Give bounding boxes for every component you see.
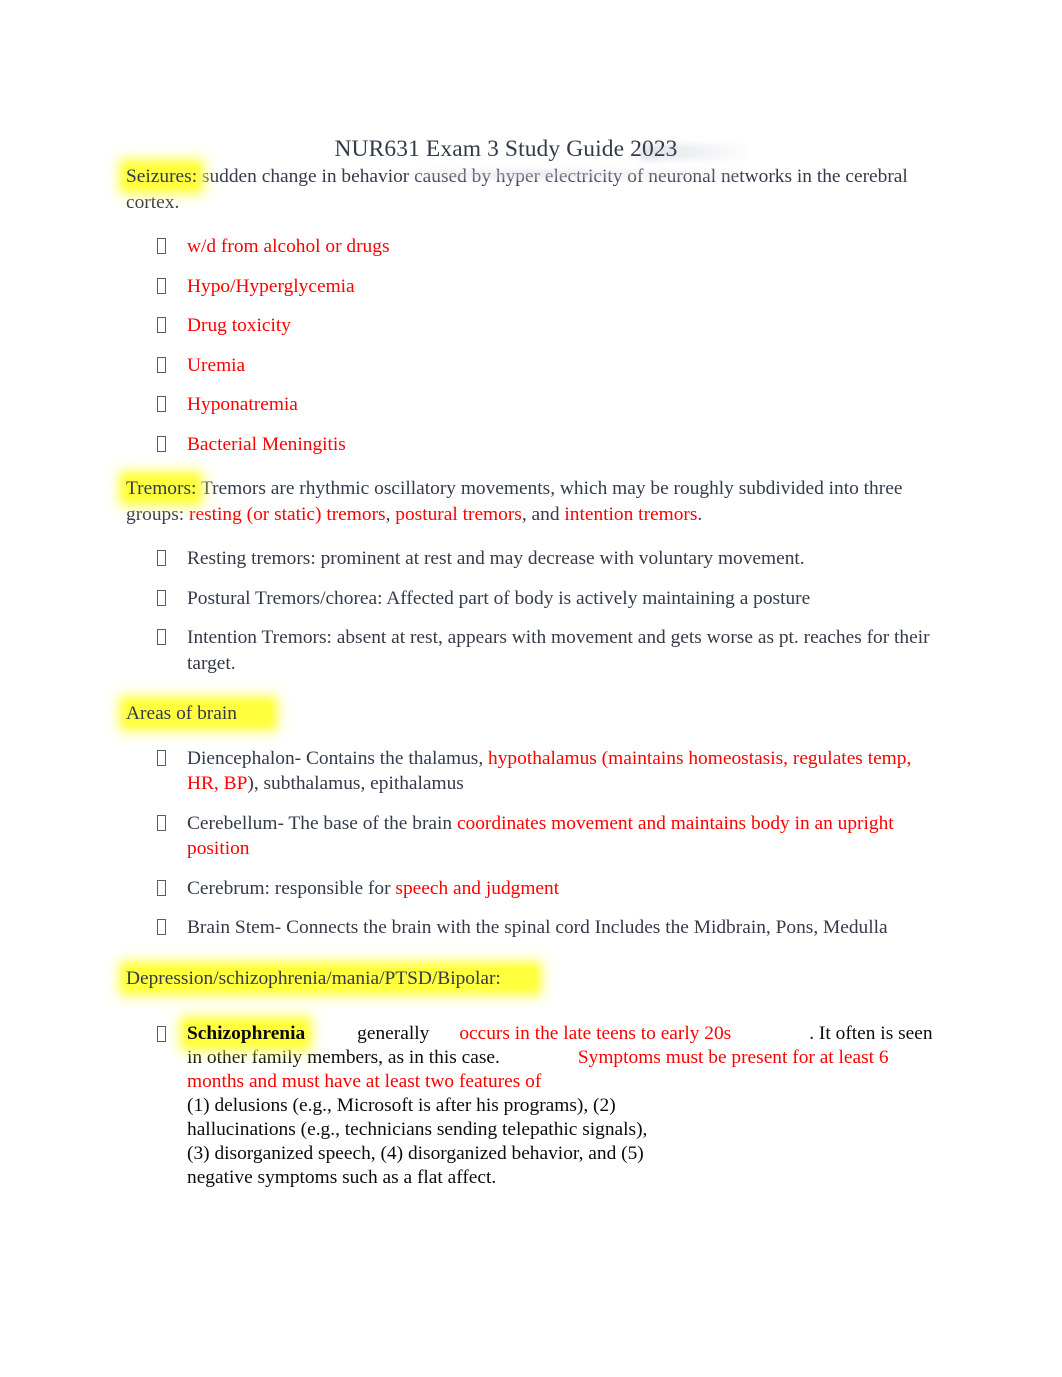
- separator: .: [697, 503, 703, 525]
- brain-area-label: Brain Stem- Connects the brain with the …: [187, 917, 888, 938]
- schizophrenia-term: Schizophrenia: [187, 1023, 306, 1044]
- separator: ,: [385, 503, 396, 525]
- list-item: Resting tremors: prominent at rest and m…: [126, 546, 942, 572]
- schizophrenia-onset: occurs in the late teens to early 20s: [459, 1023, 732, 1044]
- brain-area-tail: ), subthalamus, epithalamus: [247, 773, 464, 794]
- bullet-box-icon: [157, 629, 166, 645]
- bullet-box-icon: [157, 277, 166, 294]
- tremors-paragraph: Tremors: Tremors are rhythmic oscillator…: [126, 476, 942, 527]
- list-item: Hyponatremia: [126, 392, 942, 418]
- tremor-item-label: Postural Tremors/chorea:: [187, 587, 383, 609]
- bullet-box-icon: [157, 589, 166, 606]
- list-item-label: w/d from alcohol or drugs: [187, 236, 390, 257]
- seizures-heading: Seizures:: [126, 166, 198, 187]
- document-body: Seizures: sudden change in behavior caus…: [0, 164, 1062, 1190]
- list-item: Bacterial Meningitis: [126, 432, 942, 458]
- list-item: Hypo/Hyperglycemia: [126, 274, 942, 300]
- list-item-label: Drug toxicity: [187, 315, 291, 336]
- list-item: Schizophrenia generally occurs in the late…: [126, 1022, 942, 1190]
- tremor-item-description: prominent at rest and may decrease with …: [315, 548, 805, 569]
- brain-area-detail: speech and judgment: [395, 877, 560, 899]
- bullet-box-icon: [157, 238, 166, 254]
- document-page: NUR631 Exam 3 Study Guide 2023 Seizures:…: [0, 0, 1062, 1377]
- schizophrenia-list: Schizophrenia generally occurs in the late…: [126, 1022, 942, 1190]
- mental-health-heading: Depression/schizophrenia/mania/PTSD/Bipo…: [126, 967, 535, 989]
- list-item: Intention Tremors: absent at rest, appea…: [126, 625, 942, 676]
- page-title: NUR631 Exam 3 Study Guide 2023: [334, 136, 678, 162]
- bullet-box-icon: [157, 919, 166, 935]
- bullet-box-icon: [157, 814, 166, 831]
- separator: , and: [521, 503, 565, 525]
- schizophrenia-feature: (1) delusions (e.g., Microsoft is after …: [187, 1095, 616, 1116]
- tremor-item-label: Intention Tremors:: [187, 627, 332, 648]
- tremor-item-label: Resting tremors:: [187, 548, 316, 569]
- schizophrenia-feature: hallucinations (e.g., technicians sendin…: [187, 1119, 648, 1140]
- areas-of-brain-heading: Areas of brain: [126, 703, 271, 724]
- tremor-type-postural: postural tremors: [395, 503, 522, 525]
- bullet-box-icon: [157, 749, 166, 766]
- seizures-causes-list: w/d from alcohol or drugs Hypo/Hyperglyc…: [126, 234, 942, 457]
- tremor-types-list: Resting tremors: prominent at rest and m…: [126, 546, 942, 676]
- bullet-box-icon: [157, 317, 166, 333]
- list-item-label: Hypo/Hyperglycemia: [187, 275, 355, 297]
- schizophrenia-generally: generally: [357, 1023, 430, 1044]
- page-title-area: NUR631 Exam 3 Study Guide 2023: [0, 0, 1062, 179]
- bullet-box-icon: [157, 879, 166, 896]
- list-item-label: Hyponatremia: [187, 394, 298, 415]
- list-item: Uremia: [126, 353, 942, 379]
- list-item: Drug toxicity: [126, 313, 942, 339]
- list-item-label: Uremia: [187, 354, 246, 376]
- bullet-box-icon: [157, 1026, 166, 1042]
- areas-of-brain-heading-row: Areas of brain: [126, 701, 942, 727]
- brain-area-label: Cerebrum: responsible for: [187, 877, 396, 899]
- bullet-box-icon: [157, 550, 166, 566]
- tremor-item-description: Affected part of body is actively mainta…: [382, 587, 811, 609]
- bullet-box-icon: [157, 396, 166, 412]
- list-item: Cerebellum- The base of the brain coordi…: [126, 811, 942, 862]
- schizophrenia-feature: negative symptoms such as a flat affect.: [187, 1167, 497, 1188]
- seizures-paragraph: Seizures: sudden change in behavior caus…: [126, 164, 942, 215]
- list-item: Cerebrum: responsible for speech and jud…: [126, 876, 942, 902]
- list-item: Brain Stem- Connects the brain with the …: [126, 915, 942, 941]
- list-item: Diencephalon- Contains the thalamus, hyp…: [126, 746, 942, 797]
- list-item: w/d from alcohol or drugs: [126, 234, 942, 260]
- mental-health-heading-row: Depression/schizophrenia/mania/PTSD/Bipo…: [126, 966, 942, 992]
- tremor-type-resting: resting (or static) tremors: [189, 503, 386, 525]
- bullet-box-icon: [157, 435, 166, 452]
- list-item-label: Bacterial Meningitis: [187, 433, 346, 455]
- brain-area-label: Diencephalon- Contains the thalamus,: [187, 747, 489, 769]
- brain-area-label: Cerebellum- The base of the brain: [187, 812, 457, 834]
- tremor-type-intention: intention tremors: [564, 503, 698, 525]
- areas-of-brain-list: Diencephalon- Contains the thalamus, hyp…: [126, 746, 942, 941]
- seizures-definition: sudden change in behavior caused by hype…: [126, 166, 908, 213]
- tremors-heading: Tremors:: [126, 478, 197, 499]
- schizophrenia-feature: (3) disorganized speech, (4) disorganize…: [187, 1143, 644, 1164]
- bullet-box-icon: [157, 356, 166, 373]
- list-item: Postural Tremors/chorea: Affected part o…: [126, 586, 942, 612]
